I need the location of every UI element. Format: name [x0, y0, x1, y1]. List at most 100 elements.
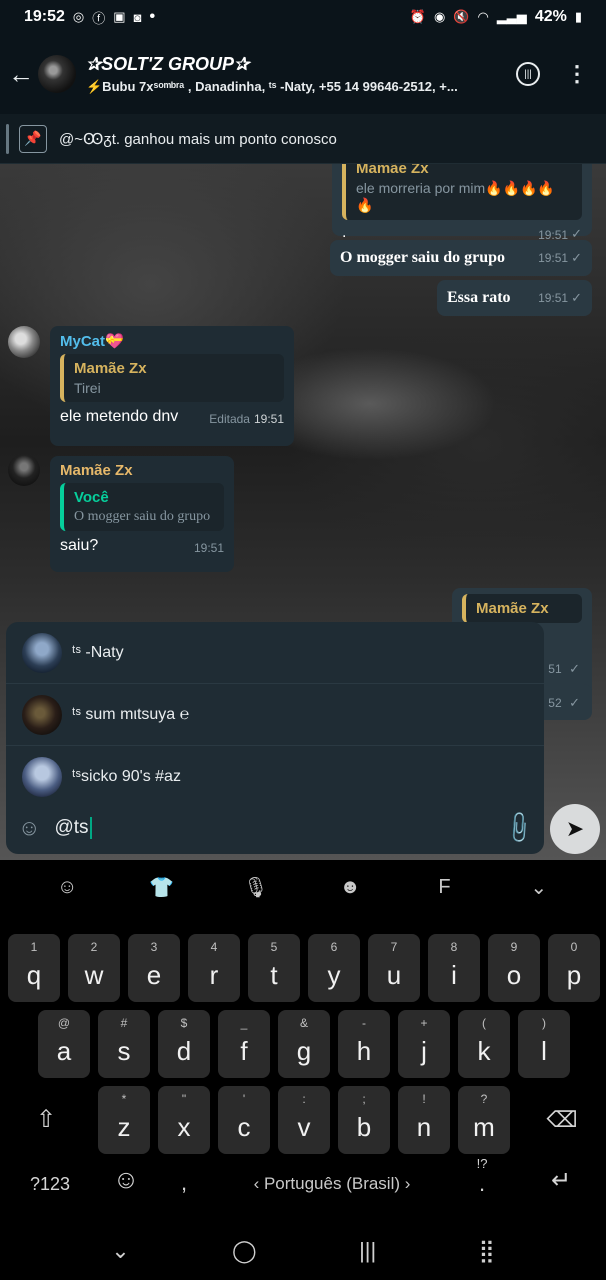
mention-name: ᵗˢ sum mιtsuya ℮: [72, 705, 190, 723]
emoji-keyboard-icon[interactable]: ☺: [47, 876, 87, 899]
font-icon[interactable]: F: [424, 876, 464, 899]
backspace-key[interactable]: ⌫: [530, 1086, 594, 1154]
key-x[interactable]: " x: [158, 1086, 210, 1154]
back-arrow-icon[interactable]: ←: [4, 59, 38, 90]
message-input[interactable]: @ts: [54, 816, 92, 839]
quoted-message[interactable]: Você O mogger saiu do grupo: [60, 483, 224, 531]
sticker-icon[interactable]: ☻: [330, 876, 370, 899]
mention-suggestion[interactable]: ᵗˢ -Naty: [6, 622, 544, 684]
sticker-emoji-icon[interactable]: ☺: [18, 815, 40, 841]
key-p[interactable]: 0p: [548, 934, 600, 1002]
recent-apps-icon[interactable]: |||: [359, 1238, 376, 1264]
period-key[interactable]: !? .: [462, 1156, 502, 1197]
gallery-notification-icon: ▣: [113, 9, 126, 24]
quoted-message[interactable]: Mamãe Zx: [462, 594, 582, 623]
key-n[interactable]: ! n: [398, 1086, 450, 1154]
key-label: q: [26, 960, 42, 990]
key-d[interactable]: $ d: [158, 1010, 210, 1078]
key-j[interactable]: + j: [398, 1010, 450, 1078]
key-label: h: [356, 1036, 372, 1066]
send-button[interactable]: ➤: [550, 804, 600, 854]
avatar[interactable]: [8, 326, 40, 358]
instagram-notification-icon: ◙: [133, 9, 142, 25]
message-incoming[interactable]: MyCat💝 Mamãe Zx Tirei ele metendo dnv Ed…: [50, 326, 294, 446]
key-label: o: [506, 960, 522, 990]
quoted-sender: Você: [74, 489, 109, 506]
pinned-text: @~Ꙭᵹt. ganhou mais um ponto conosco: [59, 130, 337, 148]
key-g[interactable]: & g: [278, 1010, 330, 1078]
comma-key[interactable]: ,: [164, 1170, 204, 1196]
pin-indicator: [6, 123, 9, 154]
key-l[interactable]: ) l: [518, 1010, 570, 1078]
keyboard-toolbar: ☺ 👕 🎙 ☻ F ⌄: [0, 860, 606, 914]
collapse-keyboard-icon[interactable]: ⌄: [519, 875, 559, 900]
group-avatar[interactable]: [38, 55, 76, 93]
key-s[interactable]: # s: [98, 1010, 150, 1078]
home-icon[interactable]: ◯: [232, 1238, 257, 1264]
alarm-icon: ⏰: [409, 9, 426, 24]
key-b[interactable]: ; b: [338, 1086, 390, 1154]
message-outgoing[interactable]: Essa rato 19:51 ✓: [437, 280, 592, 316]
key-w[interactable]: 2w: [68, 934, 120, 1002]
key-secondary-label: 1: [30, 940, 38, 954]
key-label: v: [297, 1112, 311, 1142]
key-i[interactable]: 8i: [428, 934, 480, 1002]
language-prev-icon: ‹: [253, 1174, 264, 1193]
key-k[interactable]: (k: [458, 1010, 510, 1078]
keyboard-switch-icon[interactable]: ⣿: [479, 1238, 495, 1264]
symbols-key[interactable]: ?123: [20, 1170, 80, 1198]
mic-icon[interactable]: 🎙: [236, 875, 276, 900]
mention-name: ᵗˢ -Naty: [72, 643, 124, 661]
message-outgoing[interactable]: O mogger saiu do grupo 19:51 ✓: [330, 240, 592, 276]
key-y[interactable]: 6y: [308, 934, 360, 1002]
key-label: z: [117, 1112, 131, 1142]
language-label: Português (Brasil): [263, 1174, 401, 1193]
key-t[interactable]: 5t: [248, 934, 300, 1002]
group-info[interactable]: ✰SOLT'Z GROUP✰ ⚡Bubu 7xˢᵒᵐᵇʳᵃ , Danadinh…: [86, 54, 516, 95]
key-q[interactable]: 1q: [8, 934, 60, 1002]
key-v[interactable]: :v: [278, 1086, 330, 1154]
mention-suggestion[interactable]: ᵗˢ sum mιtsuya ℮: [6, 684, 544, 746]
mention-suggestion[interactable]: ᵗˢsicko 90's #az: [6, 746, 544, 808]
clock: 19:52: [24, 8, 65, 25]
message-outgoing[interactable]: Mamãe Zx ele morreria por mim🔥🔥🔥🔥🔥 . 19:…: [332, 164, 592, 242]
key-e[interactable]: 3e: [128, 934, 180, 1002]
avatar[interactable]: [8, 454, 40, 486]
key-secondary-label: _: [240, 1016, 248, 1030]
attach-icon[interactable]: 📎: [499, 809, 537, 847]
enter-key[interactable]: ↵: [536, 1166, 586, 1195]
key-h[interactable]: -h: [338, 1010, 390, 1078]
quoted-message[interactable]: Mamãe Zx ele morreria por mim🔥🔥🔥🔥🔥: [342, 164, 582, 220]
key-label: g: [296, 1036, 312, 1066]
shirt-icon[interactable]: 👕: [141, 875, 181, 900]
quoted-message[interactable]: Mamãe Zx Tirei: [60, 354, 284, 402]
shift-key[interactable]: ⇧: [14, 1086, 78, 1154]
mention-suggestions: ᵗˢ -Naty ᵗˢ sum mιtsuya ℮ ᵗˢsicko 90's #…: [6, 622, 544, 802]
key-m[interactable]: ? m: [458, 1086, 510, 1154]
key-o[interactable]: 9o: [488, 934, 540, 1002]
key-u[interactable]: 7u: [368, 934, 420, 1002]
message-sender[interactable]: MyCat💝: [60, 332, 284, 350]
sent-check-icon: ✓: [571, 250, 582, 265]
key-r[interactable]: 4r: [188, 934, 240, 1002]
message-time: 19:51: [538, 291, 569, 305]
pinned-message[interactable]: 📌 @~Ꙭᵹt. ganhou mais um ponto conosco: [0, 114, 606, 164]
more-options-icon[interactable]: ⋮: [566, 63, 588, 85]
group-call-icon[interactable]: |||: [516, 62, 540, 86]
hide-keyboard-icon[interactable]: ⌄: [111, 1238, 129, 1264]
message-time: 52: [548, 696, 562, 710]
group-members: ⚡Bubu 7xˢᵒᵐᵇʳᵃ , Danadinha, ᵗˢ -Naty, +5…: [86, 78, 458, 94]
space-key[interactable]: ‹ Português (Brasil) ›: [214, 1164, 450, 1204]
message-sender[interactable]: Mamãe Zx: [60, 462, 224, 479]
key-label: u: [386, 960, 402, 990]
emoji-key-icon[interactable]: ☺: [106, 1164, 146, 1195]
key-z[interactable]: * z: [98, 1086, 150, 1154]
message-incoming[interactable]: Mamãe Zx Você O mogger saiu do grupo sai…: [50, 456, 234, 572]
text-caret: [89, 816, 92, 839]
key-f[interactable]: _ f: [218, 1010, 270, 1078]
key-label: c: [237, 1112, 251, 1142]
key-c[interactable]: ' c: [218, 1086, 270, 1154]
key-a[interactable]: @ a: [38, 1010, 90, 1078]
key-secondary-label: 7: [390, 940, 398, 954]
key-label: j: [421, 1036, 427, 1066]
